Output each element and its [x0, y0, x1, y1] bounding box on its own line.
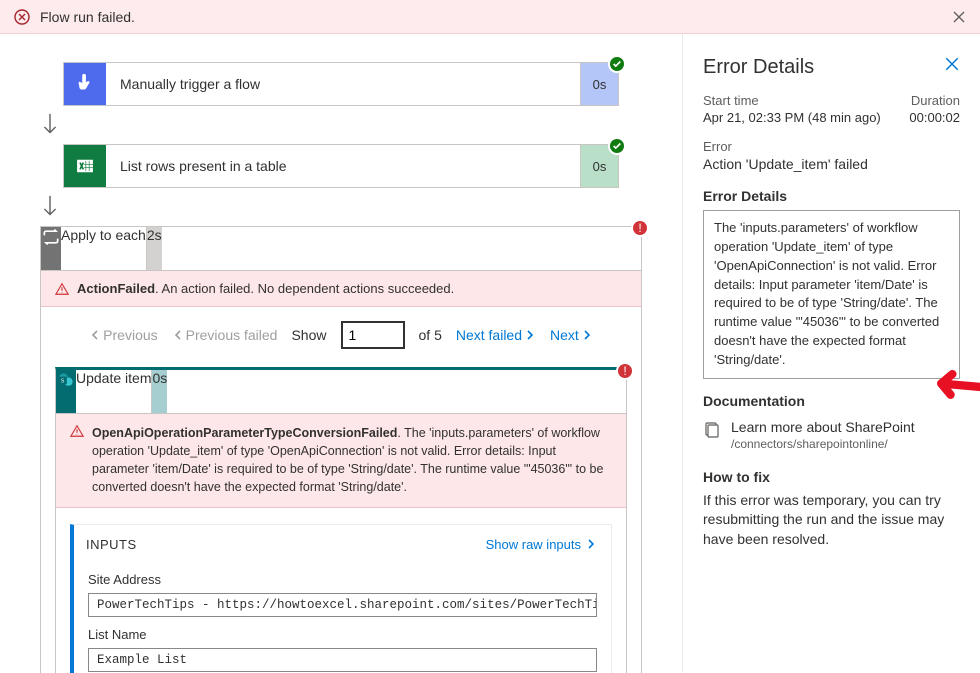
error-label: Error: [703, 139, 960, 154]
alert-code: OpenApiOperationParameterTypeConversionF…: [92, 426, 397, 440]
step-title: Apply to each: [61, 227, 146, 270]
step-manual-trigger[interactable]: Manually trigger a flow 0s: [63, 62, 619, 106]
alert-msg: . An action failed. No dependent actions…: [155, 281, 454, 296]
conversion-failed-alert: OpenApiOperationParameterTypeConversionF…: [56, 414, 626, 508]
how-to-fix-text: If this error was temporary, you can try…: [703, 491, 960, 550]
banner-text: Flow run failed.: [40, 9, 952, 25]
banner-close-icon[interactable]: [952, 10, 966, 24]
pager-total: of 5: [419, 327, 442, 343]
excel-icon: [64, 145, 106, 187]
svg-text:S: S: [61, 379, 64, 385]
warning-icon: [55, 282, 69, 296]
step-duration: 0s: [151, 370, 167, 413]
manual-trigger-icon: [64, 63, 106, 105]
duration-label: Duration: [909, 93, 960, 108]
step-duration: 2s: [146, 227, 162, 270]
warning-icon: [70, 424, 84, 497]
site-address-value[interactable]: PowerTechTips - https://howtoexcel.share…: [88, 593, 597, 617]
apply-to-each-block: Apply to each 2s ! ActionFailed. An acti…: [40, 226, 642, 673]
success-badge-icon: [608, 137, 626, 155]
list-name-label: List Name: [88, 627, 597, 642]
inputs-card: INPUTS Show raw inputs Site Address Powe…: [70, 524, 612, 673]
site-address-label: Site Address: [88, 572, 597, 587]
documentation-heading: Documentation: [703, 393, 960, 409]
document-icon: [703, 421, 721, 439]
action-failed-alert: ActionFailed. An action failed. No depen…: [41, 271, 641, 307]
step-apply-to-each[interactable]: Apply to each 2s: [41, 227, 641, 271]
update-item-block: S Update item 0s ! OpenApiOperationParam…: [55, 367, 627, 673]
step-update-item[interactable]: S Update item 0s: [56, 370, 626, 414]
success-badge-icon: [608, 55, 626, 73]
pager-show-label: Show: [291, 327, 326, 343]
pager-previous[interactable]: Previous: [89, 327, 157, 343]
pager: Previous Previous failed Show of 5 Next …: [41, 307, 641, 363]
start-time-value: Apr 21, 02:33 PM (48 min ago): [703, 110, 909, 125]
step-title: List rows present in a table: [106, 145, 580, 187]
arrow-down-icon: [40, 106, 642, 144]
step-title: Manually trigger a flow: [106, 63, 580, 105]
error-details-heading: Error Details: [703, 188, 960, 204]
alert-code: ActionFailed: [77, 281, 155, 296]
error-details-panel: Error Details Start time Apr 21, 02:33 P…: [682, 34, 980, 673]
inputs-heading: INPUTS: [86, 537, 486, 552]
error-value: Action 'Update_item' failed: [703, 156, 960, 172]
panel-title: Error Details: [703, 56, 960, 79]
error-badge-icon: !: [631, 219, 649, 237]
pager-input[interactable]: [341, 321, 405, 349]
loop-icon: [41, 227, 61, 270]
list-name-value[interactable]: Example List: [88, 648, 597, 672]
error-details-text[interactable]: The 'inputs.parameters' of workflow oper…: [703, 210, 960, 379]
pager-previous-failed[interactable]: Previous failed: [172, 327, 278, 343]
step-list-rows[interactable]: List rows present in a table 0s: [63, 144, 619, 188]
documentation-link[interactable]: Learn more about SharePoint /connectors/…: [703, 419, 960, 451]
how-to-fix-heading: How to fix: [703, 469, 960, 485]
arrow-down-icon: [40, 188, 642, 226]
flow-canvas: Manually trigger a flow 0s List rows pre…: [0, 34, 682, 673]
error-badge-icon: !: [616, 362, 634, 380]
pager-next-failed[interactable]: Next failed: [456, 327, 536, 343]
panel-close-icon[interactable]: [944, 56, 960, 72]
sharepoint-icon: S: [56, 370, 76, 413]
step-title: Update item: [76, 370, 151, 413]
error-icon: [14, 9, 30, 25]
show-raw-inputs-link[interactable]: Show raw inputs: [486, 537, 597, 552]
error-banner: Flow run failed.: [0, 0, 980, 34]
pager-next[interactable]: Next: [550, 327, 593, 343]
duration-value: 00:00:02: [909, 110, 960, 125]
start-time-label: Start time: [703, 93, 909, 108]
